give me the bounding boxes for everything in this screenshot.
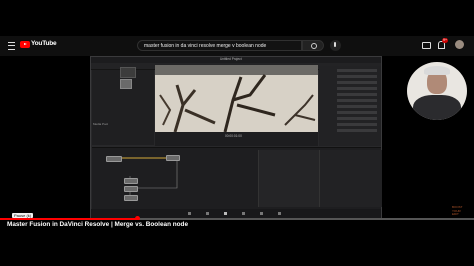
notifications-badge: 9+ (442, 38, 448, 43)
inspector-row (337, 111, 377, 114)
node[interactable] (124, 195, 138, 201)
node[interactable] (124, 186, 138, 192)
viewer-timecode: 00:00:01:00 (225, 134, 242, 138)
video-title: Master Fusion in DaVinci Resolve | Merge… (7, 221, 189, 228)
inspector-row (337, 81, 377, 84)
deliver-page-icon[interactable] (278, 212, 281, 215)
inspector-row (337, 129, 377, 132)
hamburger-menu-icon[interactable] (8, 42, 15, 50)
fusion-viewer (155, 65, 318, 132)
presenter-body (413, 95, 461, 120)
search-input[interactable]: master fusion in da vinci resolve merge … (137, 40, 302, 51)
node[interactable] (124, 178, 138, 184)
avatar[interactable] (455, 40, 464, 49)
microphone-icon (334, 42, 336, 47)
inspector-row (337, 93, 377, 96)
media-page-icon[interactable] (188, 212, 191, 215)
inspector-row (337, 99, 377, 102)
create-video-icon[interactable] (422, 42, 431, 49)
clip-thumbnail (120, 67, 136, 78)
search-button[interactable] (302, 40, 324, 51)
channel-logo: BOOST YOUR EDIT (452, 205, 463, 216)
inspector-row (337, 69, 377, 72)
youtube-logo-icon[interactable] (20, 41, 30, 48)
inspector-panel (319, 66, 381, 146)
keyframes-panel (258, 150, 319, 207)
driftwood-image (159, 74, 316, 132)
presenter-webcam (407, 62, 467, 120)
inspector-row (337, 87, 377, 90)
media-pool-label: Media Pool (93, 122, 109, 126)
inspector-row (337, 117, 377, 120)
node[interactable] (106, 156, 122, 162)
presenter-hair (424, 66, 450, 75)
cut-page-icon[interactable] (206, 212, 209, 215)
pause-tooltip: Pause (k) (12, 213, 34, 218)
color-page-icon[interactable] (242, 212, 245, 215)
spline-panel (319, 150, 382, 207)
voice-search-button[interactable] (330, 40, 341, 51)
resolve-window-title: Untitled Project (220, 57, 242, 61)
inspector-row (337, 105, 377, 108)
inspector-row (337, 123, 377, 126)
clip-thumbnail (120, 79, 132, 89)
search-icon (311, 43, 317, 49)
inspector-row (337, 75, 377, 78)
node[interactable] (166, 155, 180, 161)
youtube-logo-text[interactable]: YouTube (31, 40, 57, 47)
fairlight-page-icon[interactable] (260, 212, 263, 215)
fusion-page-icon[interactable] (224, 212, 227, 215)
